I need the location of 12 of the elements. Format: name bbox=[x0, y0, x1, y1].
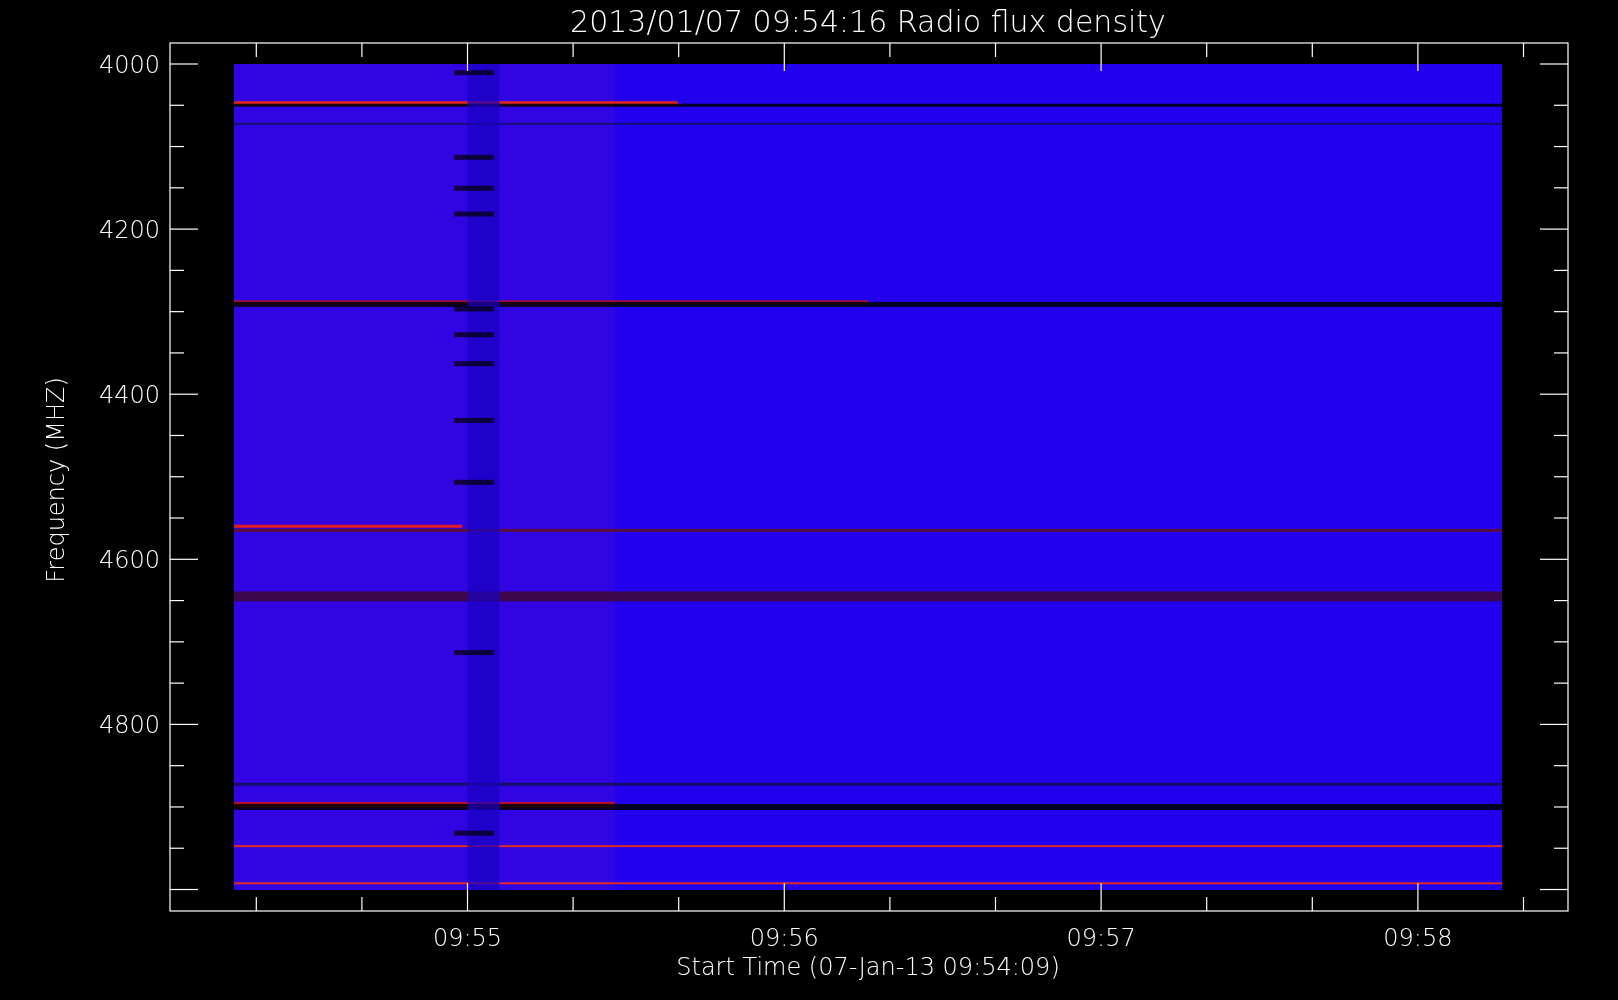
x-tick-label: 09:56 bbox=[749, 924, 819, 952]
chart-title: 2013/01/07 09:54:16 Radio flux density bbox=[570, 4, 1166, 39]
x-tick-label: 09:55 bbox=[432, 924, 503, 952]
y-tick-label: 4800 bbox=[98, 711, 160, 740]
x-tick-label: 09:57 bbox=[1066, 924, 1136, 952]
y-tick-label: 4200 bbox=[98, 216, 160, 245]
y-tick-label: 4400 bbox=[98, 381, 160, 410]
x-axis-label: Start Time (07-Jan-13 09:54:09) bbox=[676, 953, 1060, 981]
x-tick-label: 09:58 bbox=[1383, 924, 1453, 952]
y-axis-label: Frequency (MHZ) bbox=[42, 377, 70, 583]
y-tick-label: 4600 bbox=[98, 546, 160, 575]
y-tick-label: 4000 bbox=[98, 51, 160, 79]
